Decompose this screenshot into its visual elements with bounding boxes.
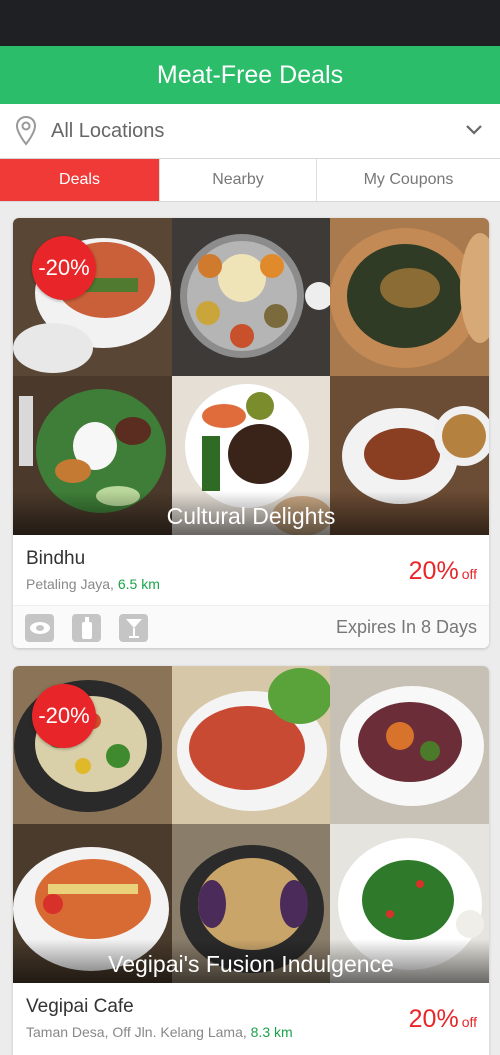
venue-area: Taman Desa, Off Jln. Kelang Lama, xyxy=(26,1024,251,1040)
food-photo xyxy=(13,666,172,824)
tab-nearby[interactable]: Nearby xyxy=(160,159,317,201)
deal-title: Cultural Delights xyxy=(13,491,489,535)
deal-card[interactable]: -20% Cultural Delights Bindhu Petaling J… xyxy=(13,218,489,648)
status-bar xyxy=(0,0,500,46)
venue-name: Vegipai Cafe xyxy=(26,996,134,1017)
food-photo xyxy=(330,218,489,376)
expiry-text: Expires In 8 Days xyxy=(335,617,477,637)
deal-title: Vegipai's Fusion Indulgence xyxy=(13,939,489,983)
venue-location: Taman Desa, Off Jln. Kelang Lama, 8.3 km xyxy=(26,1024,293,1040)
deal-card[interactable]: -20% Vegipai's Fusion Indulgence Vegipai… xyxy=(13,666,489,1055)
venue-distance: 6.5 km xyxy=(117,576,160,592)
map-pin-icon xyxy=(14,114,38,148)
food-photo xyxy=(172,218,330,376)
tab-deals[interactable]: Deals xyxy=(0,159,160,201)
page-title: Meat-Free Deals xyxy=(156,60,344,89)
cocktail-icon xyxy=(119,614,148,642)
discount-badge: -20% xyxy=(32,684,96,748)
deal-photo-collage: -20% Cultural Delights xyxy=(13,218,489,535)
deal-footer: Expires In 8 Days xyxy=(13,605,489,648)
app-header: Meat-Free Deals xyxy=(0,46,500,104)
discount-value: 20% off xyxy=(409,1005,477,1034)
discount-percent: 20% xyxy=(408,557,459,585)
tab-bar: Deals Nearby My Coupons xyxy=(0,159,500,202)
bottle-icon xyxy=(72,614,101,642)
food-photo xyxy=(330,666,489,824)
location-selector[interactable]: All Locations xyxy=(0,104,500,159)
food-photo xyxy=(13,218,172,376)
venue-distance: 8.3 km xyxy=(250,1024,293,1040)
tab-my-coupons[interactable]: My Coupons xyxy=(317,159,500,201)
food-photo xyxy=(172,666,330,824)
venue-info: Vegipai Cafe Taman Desa, Off Jln. Kelang… xyxy=(13,983,489,1053)
discount-badge: -20% xyxy=(32,236,96,300)
chevron-down-icon[interactable] xyxy=(464,120,484,140)
venue-info: Bindhu Petaling Jaya, 6.5 km 20% off xyxy=(13,535,489,605)
discount-value: 20% off xyxy=(409,557,477,586)
view-icon xyxy=(25,614,54,642)
discount-suffix: off xyxy=(461,566,477,582)
location-label: All Locations xyxy=(51,119,165,142)
venue-location: Petaling Jaya, 6.5 km xyxy=(26,576,160,592)
venue-area: Petaling Jaya, xyxy=(26,576,118,592)
venue-name: Bindhu xyxy=(26,548,86,569)
deal-photo-collage: -20% Vegipai's Fusion Indulgence xyxy=(13,666,489,983)
discount-percent: 20% xyxy=(408,1005,459,1033)
discount-suffix: off xyxy=(461,1014,477,1030)
